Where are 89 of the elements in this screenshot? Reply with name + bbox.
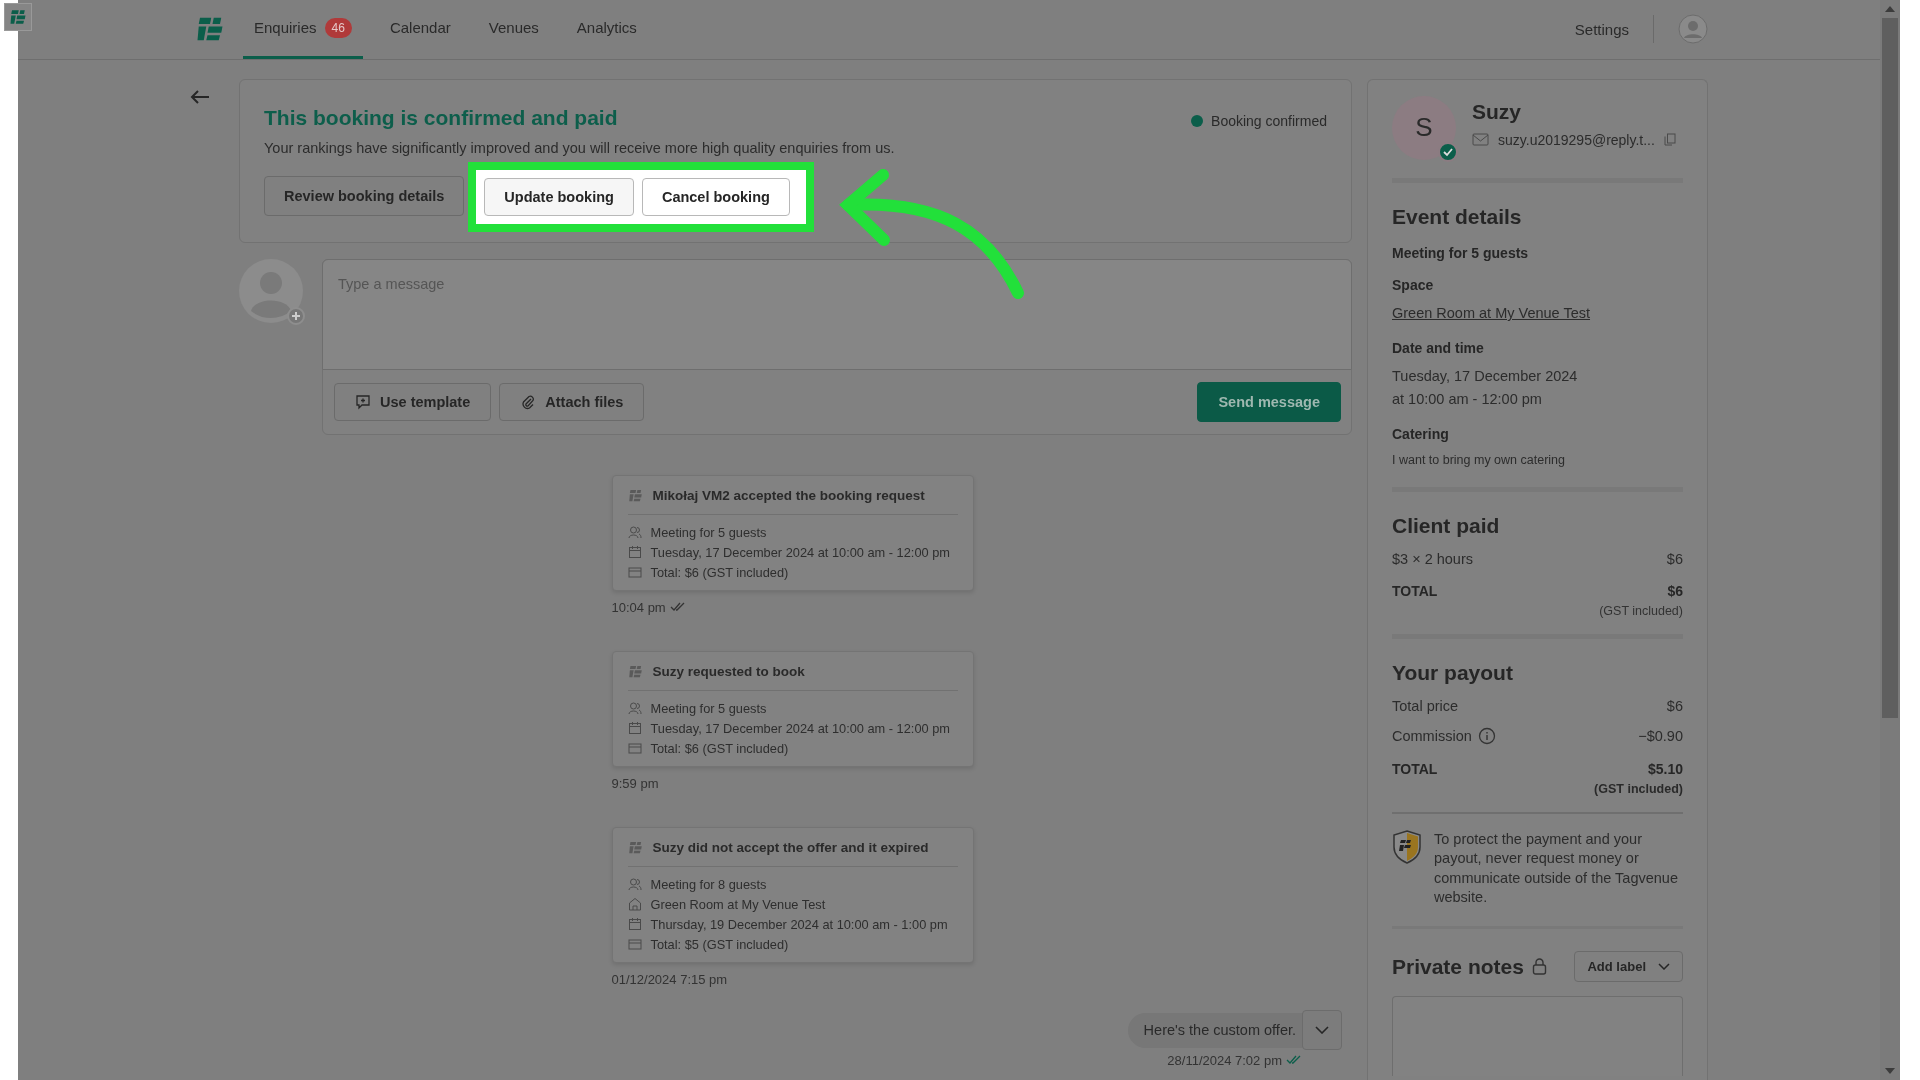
banner-text: Your rankings have significantly improved and you will receive more high quality enquiries from us. <box>264 139 896 156</box>
total-value: $5.10 <box>1647 760 1683 777</box>
avatar-drawing[interactable] <box>239 258 305 325</box>
price-label: $3 × 2 hours <box>1392 550 1474 567</box>
tax-note: (GST included) <box>1593 781 1683 796</box>
section-heading: Your payout <box>1392 660 1514 685</box>
nav-tab[interactable]: Enquiries 46 <box>243 0 363 59</box>
notice-text: To protect the payment and your payout, never request money or communicate outside of the Tagvenue website. <box>1434 829 1679 908</box>
message-text: Here's the custom offer. <box>1143 1022 1297 1039</box>
logo-icon <box>627 487 643 503</box>
price-label: Total price <box>1392 697 1459 714</box>
field-label: Catering <box>1392 426 1450 443</box>
banner-title: This booking is confirmed and paid <box>264 105 618 130</box>
template-button[interactable]: Use template <box>334 382 492 421</box>
section-heading: Private notes <box>1392 954 1524 979</box>
section-heading: Event details <box>1392 204 1523 229</box>
card-icon <box>627 741 642 756</box>
nav-tab[interactable]: Analytics <box>565 0 648 59</box>
event-detail: Thursday, 19 December 2024 at 10:00 am - 1:00 pm <box>650 916 948 932</box>
scrollbar[interactable] <box>1880 0 1900 1080</box>
event-detail: Tuesday, 17 December 2024 at 10:00 am - 12:00 pm <box>650 720 950 736</box>
info-icon[interactable] <box>1477 726 1496 745</box>
avatar-initial: S <box>1392 95 1456 160</box>
highlighted-button[interactable]: Cancel booking <box>641 177 790 216</box>
total-label: TOTAL <box>1392 760 1438 777</box>
shield-icon <box>1392 829 1422 864</box>
chevron-down-icon <box>1658 963 1670 970</box>
send-button[interactable]: Send message <box>1197 381 1341 422</box>
total-label: TOTAL <box>1392 582 1438 599</box>
section-heading: Client paid <box>1392 513 1501 538</box>
event-detail: Total: $6 (GST included) <box>650 564 789 580</box>
people-icon <box>627 877 642 892</box>
event-title: Suzy requested to book <box>652 663 805 679</box>
highlighted-button[interactable]: Update booking <box>484 177 634 216</box>
people-icon <box>627 701 642 716</box>
dropdown-button[interactable] <box>1302 1010 1342 1051</box>
event-detail: Total: $5 (GST included) <box>650 936 789 952</box>
price-value: −$0.90 <box>1638 727 1683 744</box>
lock-icon <box>1531 958 1547 975</box>
tax-note: (GST included) <box>1598 603 1683 618</box>
timestamp: 28/11/2024 7:02 pm <box>1167 1052 1282 1068</box>
timestamp: 01/12/2024 7:15 pm <box>611 971 728 987</box>
logo-icon <box>627 839 643 855</box>
app-icon[interactable] <box>4 3 32 31</box>
price-value: $6 <box>1666 550 1683 567</box>
paperclip-icon <box>520 393 537 410</box>
event-detail: Total: $6 (GST included) <box>650 740 789 756</box>
event-summary: Meeting for 5 guests <box>1392 244 1530 261</box>
copy-icon[interactable] <box>1663 133 1676 147</box>
calendar-icon <box>627 917 642 932</box>
settings-link[interactable]: Settings <box>1574 21 1629 38</box>
back-arrow-icon[interactable] <box>190 88 210 105</box>
client-email: suzy.u2019295@reply.t... <box>1498 131 1655 148</box>
outline-button[interactable]: Review booking details <box>264 175 465 216</box>
field-label: Date and time <box>1392 340 1485 357</box>
space-link[interactable]: Green Room at My Venue Test <box>1392 304 1590 321</box>
nav-tab[interactable]: Calendar <box>378 0 462 59</box>
total-value: $6 <box>1667 582 1683 599</box>
envelope-icon <box>1472 133 1489 147</box>
card-icon <box>627 565 642 580</box>
price-value: $6 <box>1666 697 1683 714</box>
event-title: Mikołaj VM2 accepted the booking request <box>652 487 925 503</box>
field-value: I want to bring my own catering <box>1392 452 1566 470</box>
event-detail: Green Room at My Venue Test <box>650 896 826 912</box>
house-icon <box>627 897 642 912</box>
add-label-dropdown[interactable]: Add label <box>1574 951 1683 982</box>
event-detail: Tuesday, 17 December 2024 at 10:00 am - 12:00 pm <box>650 544 950 560</box>
chevron-down-icon <box>1315 1026 1329 1035</box>
client-name: Suzy <box>1472 99 1522 124</box>
speech-bubble-icon <box>355 393 371 410</box>
people-icon <box>627 525 642 540</box>
event-detail: Meeting for 8 guests <box>650 876 767 892</box>
status-text: Booking confirmed <box>1211 112 1327 129</box>
attach-button[interactable]: Attach files <box>499 382 645 421</box>
nav-tab[interactable]: Venues <box>477 0 550 59</box>
price-label: Commission <box>1392 727 1472 744</box>
avatar-icon[interactable] <box>1678 14 1708 45</box>
timestamp: 9:59 pm <box>611 775 659 791</box>
event-title: Suzy did not accept the offer and it expired <box>652 839 929 855</box>
field-value: Tuesday, 17 December 2024 at 10:00 am - 12:00 pm <box>1392 367 1579 409</box>
timestamp: 10:04 pm <box>611 599 666 615</box>
calendar-icon <box>627 545 642 560</box>
count-badge: 46 <box>324 18 352 38</box>
logo-icon <box>627 663 643 679</box>
card-icon <box>627 937 642 952</box>
field-label: Space <box>1392 276 1435 293</box>
event-detail: Meeting for 5 guests <box>650 524 767 540</box>
calendar-icon <box>627 721 642 736</box>
event-detail: Meeting for 5 guests <box>650 700 767 716</box>
